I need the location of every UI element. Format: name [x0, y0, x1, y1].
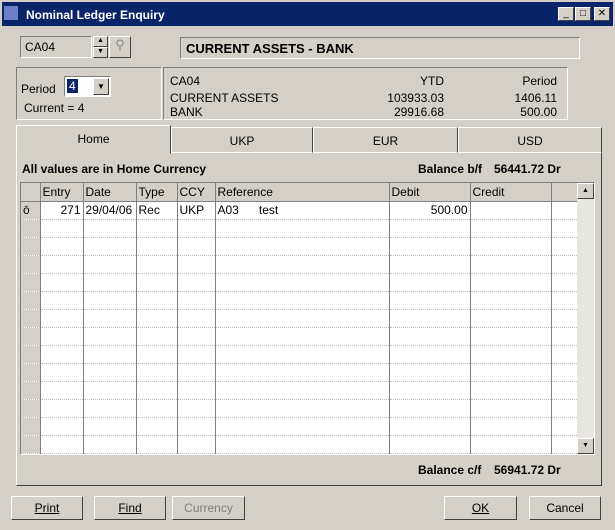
print-button[interactable]: Print: [11, 496, 83, 520]
app-icon: [4, 6, 18, 20]
scroll-up-button[interactable]: ▲: [577, 183, 594, 199]
period-label: Period: [21, 82, 56, 96]
empty-row[interactable]: [21, 435, 578, 454]
empty-row[interactable]: [21, 363, 578, 382]
empty-row[interactable]: [21, 399, 578, 418]
chevron-down-icon[interactable]: ▼: [93, 78, 109, 95]
currency-note: All values are in Home Currency: [22, 162, 207, 176]
tab-eur[interactable]: EUR: [313, 127, 458, 153]
ytd-value-1: 103933.03: [387, 91, 444, 105]
empty-row[interactable]: [21, 417, 578, 436]
title-bar: Nominal Ledger Enquiry: [0, 0, 615, 26]
summary-line2: BANK: [170, 105, 203, 119]
col-extra: [551, 183, 578, 202]
current-period: Current = 4: [24, 101, 85, 115]
grid-header: Entry Date Type CCY Reference Debit Cred…: [21, 183, 578, 202]
period-value-1: 1406.11: [514, 91, 558, 105]
table-row[interactable]: ō 271 29/04/06 Rec UKP A03 test 500.00: [21, 201, 578, 220]
balance-bf-label: Balance b/f: [418, 162, 483, 176]
empty-row[interactable]: [21, 237, 578, 256]
account-name-display: CURRENT ASSETS - BANK: [180, 37, 580, 59]
empty-row[interactable]: [21, 255, 578, 274]
empty-row[interactable]: [21, 327, 578, 346]
balance-cf-value: 56941.72 Dr: [494, 463, 561, 477]
ytd-label: YTD: [420, 74, 444, 88]
tab-ukp[interactable]: UKP: [171, 127, 313, 153]
col-entry[interactable]: Entry: [40, 183, 84, 202]
col-reference[interactable]: Reference: [215, 183, 390, 202]
period-select[interactable]: 4 ▼: [64, 76, 111, 97]
balance-bf-value: 56441.72 Dr: [494, 162, 561, 176]
summary-code: CA04: [170, 74, 201, 88]
col-type[interactable]: Type: [136, 183, 178, 202]
col-credit[interactable]: Credit: [470, 183, 552, 202]
find-button[interactable]: Find: [94, 496, 166, 520]
ytd-value-2: 29916.68: [393, 105, 444, 119]
account-code-input[interactable]: CA04: [20, 36, 92, 58]
period-col-label: Period: [522, 74, 557, 88]
cancel-button[interactable]: Cancel: [529, 496, 601, 520]
cell-date: 29/04/06: [83, 201, 137, 220]
balance-cf-label: Balance c/f: [418, 463, 482, 477]
cell-debit: 500.00: [389, 201, 471, 220]
spin-up-button[interactable]: ▲: [93, 36, 108, 47]
summary-line1: CURRENT ASSETS: [170, 91, 279, 105]
spin-down-button[interactable]: ▼: [93, 47, 108, 58]
empty-row[interactable]: [21, 309, 578, 328]
col-ccy[interactable]: CCY: [177, 183, 216, 202]
tab-home[interactable]: Home: [16, 125, 171, 154]
ok-button[interactable]: OK: [444, 496, 517, 520]
vertical-scrollbar[interactable]: ▲ ▼: [577, 183, 594, 454]
col-date[interactable]: Date: [83, 183, 137, 202]
minimize-button[interactable]: _: [558, 7, 574, 21]
cell-ccy: UKP: [177, 201, 216, 220]
currency-button[interactable]: Currency: [172, 496, 245, 520]
empty-row[interactable]: [21, 381, 578, 400]
period-value-2: 500.00: [520, 105, 557, 119]
col-debit[interactable]: Debit: [389, 183, 471, 202]
cell-type: Rec: [136, 201, 178, 220]
empty-row[interactable]: [21, 219, 578, 238]
indicator-header: [21, 183, 41, 202]
ledger-grid[interactable]: Entry Date Type CCY Reference Debit Cred…: [20, 182, 595, 455]
empty-row[interactable]: [21, 345, 578, 364]
binoculars-search-icon[interactable]: ⚲: [109, 36, 131, 58]
empty-row[interactable]: [21, 273, 578, 292]
tab-usd[interactable]: USD: [458, 127, 602, 153]
row-indicator-icon[interactable]: ō: [21, 201, 41, 220]
maximize-button[interactable]: □: [575, 7, 591, 21]
close-button[interactable]: ✕: [594, 7, 610, 21]
empty-row[interactable]: [21, 291, 578, 310]
window-title: Nominal Ledger Enquiry: [26, 8, 165, 22]
cell-entry: 271: [40, 201, 84, 220]
scroll-down-button[interactable]: ▼: [577, 438, 594, 454]
cell-reference: A03 test: [215, 201, 390, 220]
cell-credit: [470, 201, 552, 220]
period-value: 4: [66, 78, 79, 94]
